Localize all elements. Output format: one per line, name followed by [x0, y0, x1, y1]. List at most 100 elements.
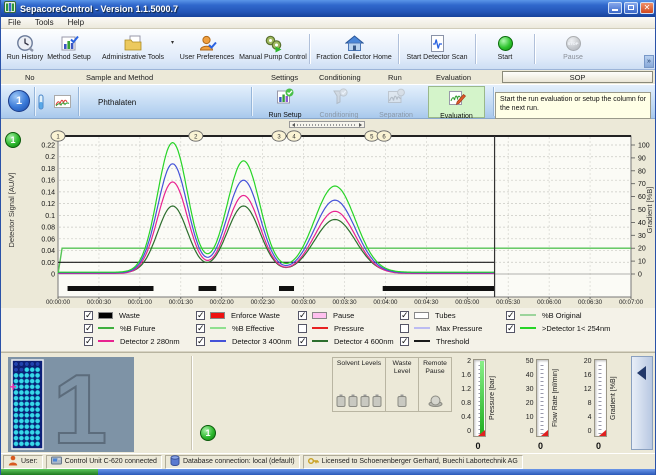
toolbar-button-start[interactable]: Start	[478, 30, 532, 68]
gauge-tick: 50	[526, 358, 534, 365]
gauge-tick: 40	[526, 372, 534, 379]
svg-text:00:06:00: 00:06:00	[537, 299, 562, 306]
legend-label: %B Original	[542, 311, 582, 320]
gauge-value: 0	[475, 441, 480, 451]
menu-item-tools[interactable]: Tools	[28, 18, 61, 27]
toolbar-button-manual-pump-control[interactable]: Manual Pump Control	[239, 30, 307, 68]
scroll-track[interactable]	[297, 124, 357, 126]
legend-checkbox[interactable]: ✓	[400, 337, 409, 346]
toolbar-overflow-button[interactable]: »	[644, 55, 654, 68]
toolbar-button-start-detector-scan[interactable]: Start Detector Scan	[401, 30, 473, 68]
close-button[interactable]: ✕	[640, 2, 654, 14]
legend-checkbox[interactable]: ✓	[298, 337, 307, 346]
step-separation-icon	[387, 88, 405, 111]
legend-label: Tubes	[435, 311, 456, 320]
toolbar-button-label: Method Setup	[47, 54, 91, 61]
title-bar[interactable]: SepacoreControl - Version 1.1.5000.7 ✕	[1, 0, 656, 17]
legend-checkbox[interactable]	[400, 324, 409, 333]
sphere-green-icon	[498, 33, 513, 53]
gauge-tick: 4	[588, 414, 592, 421]
legend-checkbox[interactable]: ✓	[196, 324, 205, 333]
legend-label: Max Pressure	[436, 324, 482, 333]
legend-label: %B Future	[120, 324, 155, 333]
bottom-strip-blue	[98, 469, 656, 475]
row-cell-divider	[251, 87, 252, 116]
toolbar-button-user-preferences[interactable]: User Preferences	[175, 30, 239, 68]
gauge-pointer-icon	[478, 430, 485, 436]
gauge-tick: 0.8	[461, 400, 471, 407]
legend-item-detector-2-280nm: ✓Detector 2 280nm	[84, 336, 180, 346]
gauge-tick: 0	[588, 428, 592, 435]
step-button-evaluation[interactable]: Evaluation	[428, 86, 485, 118]
menu-item-help[interactable]: Help	[61, 18, 91, 27]
remote-pause-icon	[428, 395, 443, 407]
run-table-header: SOP NoSample and MethodSettingsCondition…	[1, 70, 656, 84]
minimize-button[interactable]	[608, 2, 622, 14]
legend-item--b-original: ✓ %B Original	[506, 310, 582, 320]
status-user-status: User:	[3, 455, 43, 469]
legend-swatch	[520, 314, 536, 316]
chart-range-scrollbar[interactable]	[289, 121, 365, 128]
legend-item--b-future: ✓ %B Future	[84, 323, 155, 333]
step-button-run-setup[interactable]: Run Setup	[253, 86, 317, 118]
status-text: Control Unit C-620 connected	[65, 458, 157, 465]
toolbar-button-fraction-collector-home[interactable]: Fraction Collector Home	[312, 30, 396, 68]
user-icon	[198, 33, 217, 53]
header-column-run: Run	[388, 73, 402, 82]
scroll-right-icon[interactable]	[359, 123, 362, 127]
svg-text:0.18: 0.18	[41, 166, 55, 173]
toolbar-separator	[309, 34, 310, 64]
legend-checkbox[interactable]: ✓	[84, 324, 93, 333]
scroll-left-icon[interactable]	[292, 123, 295, 127]
toolbar-button-administrative-tools[interactable]: ▾Administrative Tools	[91, 30, 175, 68]
legend-checkbox[interactable]: ✓	[196, 311, 205, 320]
svg-text:00:06:30: 00:06:30	[578, 299, 603, 306]
menu-item-file[interactable]: File	[1, 18, 28, 27]
menu-bar: FileToolsHelp	[1, 17, 656, 29]
collapse-panel-button[interactable]	[631, 356, 653, 450]
gauge-fill-bar	[480, 361, 484, 435]
step-label: Run Setup	[268, 112, 301, 119]
svg-text:0.22: 0.22	[41, 143, 55, 150]
status-text: User:	[21, 458, 38, 465]
legend-item-waste: ✓Waste	[84, 310, 140, 320]
group-solvent-levels: Solvent Levels	[333, 358, 385, 411]
legend-checkbox[interactable]: ✓	[84, 337, 93, 346]
legend-checkbox[interactable]: ✓	[84, 311, 93, 320]
restore-button[interactable]	[624, 2, 638, 14]
row-cell-divider	[78, 87, 79, 116]
gauge-tick: 20	[584, 358, 592, 365]
legend-checkbox[interactable]: ✓	[298, 311, 307, 320]
toolbar-button-label: Fraction Collector Home	[316, 54, 391, 61]
header-column-evaluation: Evaluation	[436, 73, 471, 82]
legend-swatch	[98, 327, 114, 329]
legend-item-threshold: ✓Threshold	[400, 336, 469, 346]
header-column-sample-and-method: Sample and Method	[86, 73, 153, 82]
toolbar-button-run-history[interactable]: Run History	[3, 30, 47, 68]
svg-text:0.2: 0.2	[45, 154, 55, 161]
legend-swatch	[210, 327, 226, 329]
legend-swatch	[414, 327, 430, 329]
legend-checkbox[interactable]: ✓	[196, 337, 205, 346]
header-column-no: No	[25, 73, 35, 82]
svg-text:0.1: 0.1	[45, 213, 55, 220]
svg-text:0.16: 0.16	[41, 178, 55, 185]
home-icon	[345, 33, 364, 53]
rack-badge: 1	[5, 132, 21, 148]
gauge-tick: 8	[588, 400, 592, 407]
legend-checkbox[interactable]: ✓	[506, 311, 515, 320]
sample-name: Phthalaten	[98, 98, 136, 107]
gauge-tick: 20	[526, 400, 534, 407]
svg-text:00:00:30: 00:00:30	[87, 299, 112, 306]
legend-checkbox[interactable]: ✓	[400, 311, 409, 320]
gauge-ticks: 50403020100	[520, 358, 536, 438]
svg-text:00:05:00: 00:05:00	[455, 299, 480, 306]
gauge-tick: 1.2	[461, 386, 471, 393]
svg-text:80: 80	[638, 168, 646, 175]
sop-button[interactable]: SOP	[502, 71, 653, 83]
legend-checkbox[interactable]	[298, 324, 307, 333]
toolbar-button-method-setup[interactable]: Method Setup	[47, 30, 91, 68]
legend-checkbox[interactable]: ✓	[506, 324, 515, 333]
instrument-panel: 1 1 Solvent LevelsWaste LevelRemote Paus…	[1, 352, 656, 453]
legend-swatch	[520, 327, 536, 329]
